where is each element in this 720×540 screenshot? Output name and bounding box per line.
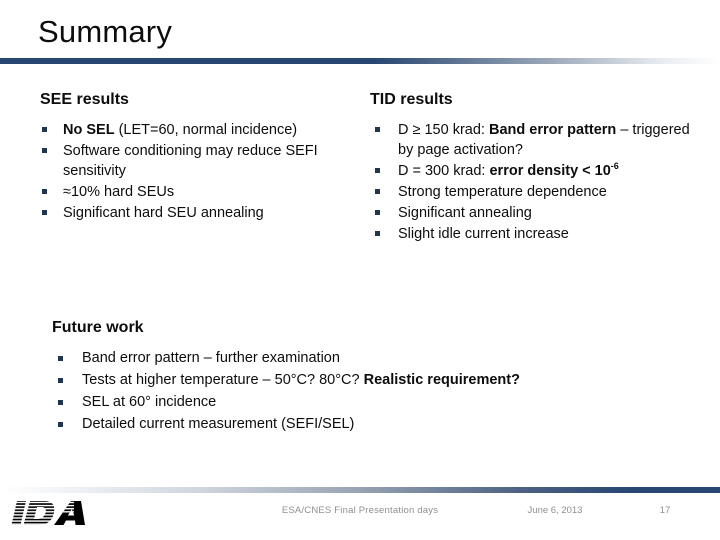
see-results-column: SEE results No SEL (LET=60, normal incid… — [38, 90, 358, 224]
bullet-square-icon — [58, 400, 63, 405]
see-results-heading: SEE results — [40, 91, 129, 108]
bullet-square-icon — [58, 356, 63, 361]
list-item: Software conditioning may reduce SEFI se… — [38, 141, 358, 181]
list-item: Strong temperature dependence — [368, 182, 708, 202]
tid-bullet-2-superscript: -6 — [610, 161, 619, 172]
bullet-square-icon — [42, 127, 47, 132]
list-item: Significant annealing — [368, 203, 708, 223]
bullet-square-icon — [375, 168, 380, 173]
tid-bullet-2-bold: error density < 10 — [489, 163, 611, 179]
tid-results-column: TID results D ≥ 150 krad: Band error pat… — [368, 90, 708, 245]
list-item: Tests at higher temperature – 50°C? 80°C… — [52, 370, 682, 390]
bullet-square-icon — [58, 422, 63, 427]
tid-results-heading: TID results — [370, 91, 453, 108]
list-item: Detailed current measurement (SEFI/SEL) — [52, 414, 682, 434]
footer-date: June 6, 2013 — [527, 505, 583, 516]
tid-bullet-2-lead: D = 300 krad: — [398, 163, 490, 179]
future-bullet-4-text: Detailed current measurement (SEFI/SEL) — [82, 416, 355, 432]
bullet-square-icon — [375, 189, 380, 194]
list-item: Band error pattern – further examination — [52, 348, 682, 368]
list-item: SEL at 60° incidence — [52, 392, 682, 412]
title-divider — [0, 58, 720, 64]
see-bullet-3-text: ≈10% hard SEUs — [63, 184, 175, 200]
list-item: D = 300 krad: error density < 10-6 — [368, 161, 708, 181]
bullet-square-icon — [375, 231, 380, 236]
tid-bullet-1-lead: D ≥ 150 krad: — [398, 122, 489, 138]
bullet-square-icon — [58, 378, 63, 383]
bullet-square-icon — [42, 189, 47, 194]
footer-event-label: ESA/CNES Final Presentation days — [281, 505, 439, 516]
future-work-section: Future work Band error pattern – further… — [52, 318, 682, 436]
list-item: ≈10% hard SEUs — [38, 182, 358, 202]
see-bullet-1-text: (LET=60, normal incidence) — [114, 122, 298, 138]
slide-canvas: Summary SEE results No SEL (LET=60, norm… — [0, 0, 720, 540]
list-item: No SEL (LET=60, normal incidence) — [38, 120, 358, 140]
future-bullet-2-lead: Tests at higher temperature – 50°C? 80°C… — [82, 372, 364, 388]
list-item: Significant hard SEU annealing — [38, 203, 358, 223]
list-item: Slight idle current increase — [368, 224, 708, 244]
bullet-square-icon — [42, 210, 47, 215]
bullet-square-icon — [375, 127, 380, 132]
tid-bullet-4-text: Significant annealing — [398, 205, 532, 221]
future-bullet-2-bold: Realistic requirement? — [363, 372, 520, 388]
tid-bullet-3-text: Strong temperature dependence — [398, 184, 607, 200]
future-bullet-3-text: SEL at 60° incidence — [82, 394, 217, 410]
list-item: D ≥ 150 krad: Band error pattern – trigg… — [368, 120, 708, 160]
future-work-heading: Future work — [52, 319, 144, 336]
see-bullet-1-bold: No SEL — [63, 122, 115, 138]
bullet-square-icon — [375, 210, 380, 215]
see-bullet-2-text: Software conditioning may reduce SEFI se… — [63, 143, 318, 179]
bullet-square-icon — [42, 148, 47, 153]
tid-results-list: D ≥ 150 krad: Band error pattern – trigg… — [368, 120, 708, 244]
future-bullet-1-text: Band error pattern – further examination — [82, 350, 340, 366]
footer-page-number: 17 — [659, 505, 671, 516]
tid-bullet-5-text: Slight idle current increase — [398, 226, 569, 242]
tid-bullet-1-bold: Band error pattern — [488, 122, 617, 138]
page-title: Summary — [38, 14, 173, 49]
see-bullet-4-text: Significant hard SEU annealing — [63, 205, 264, 221]
future-work-list: Band error pattern – further examination… — [52, 348, 682, 434]
see-results-list: No SEL (LET=60, normal incidence) Softwa… — [38, 120, 358, 223]
slide-footer: ESA/CNES Final Presentation days June 6,… — [0, 493, 720, 540]
